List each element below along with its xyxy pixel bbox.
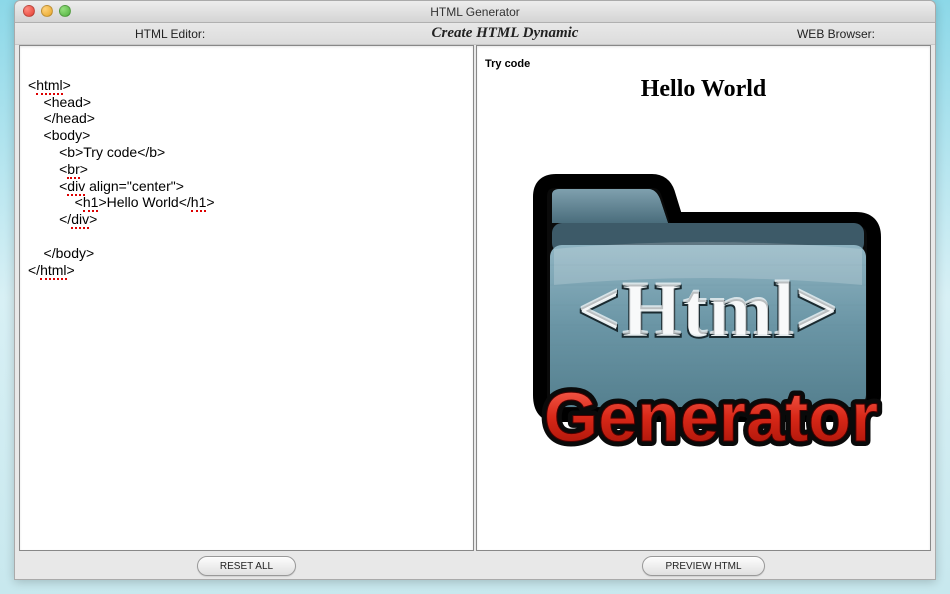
preview-heading: Hello World [485,76,922,103]
preview-bold-text: Try code [485,58,530,70]
zoom-icon[interactable] [59,5,71,17]
svg-text:Generator: Generator [543,378,878,456]
titlebar[interactable]: HTML Generator [15,1,935,23]
footer: RESET ALL PREVIEW HTML [15,551,935,581]
reset-all-button[interactable]: RESET ALL [197,556,296,576]
logo-image: <Html> <Html> Generator Generator [485,145,922,487]
minimize-icon[interactable] [41,5,53,17]
main-panes: <html> <head> </head> <body> <b>Try code… [15,45,935,551]
svg-text:<Html>: <Html> [576,264,838,351]
close-icon[interactable] [23,5,35,17]
web-browser-preview: Try code Hello World [476,45,931,551]
app-window: HTML Generator HTML Editor: Create HTML … [14,0,936,580]
traffic-lights [23,5,71,17]
html-editor[interactable]: <html> <head> </head> <body> <b>Try code… [19,45,474,551]
browser-pane: Try code Hello World [476,45,931,551]
editor-pane: <html> <head> </head> <body> <b>Try code… [19,45,474,551]
browser-header: WEB Browser: [615,27,875,41]
editor-header: HTML Editor: [135,27,395,41]
app-subtitle: Create HTML Dynamic [395,25,615,42]
html-generator-logo-icon: <Html> <Html> Generator Generator [504,145,904,487]
section-headers: HTML Editor: Create HTML Dynamic WEB Bro… [15,23,935,45]
preview-html-button[interactable]: PREVIEW HTML [642,556,764,576]
window-title: HTML Generator [430,5,520,19]
